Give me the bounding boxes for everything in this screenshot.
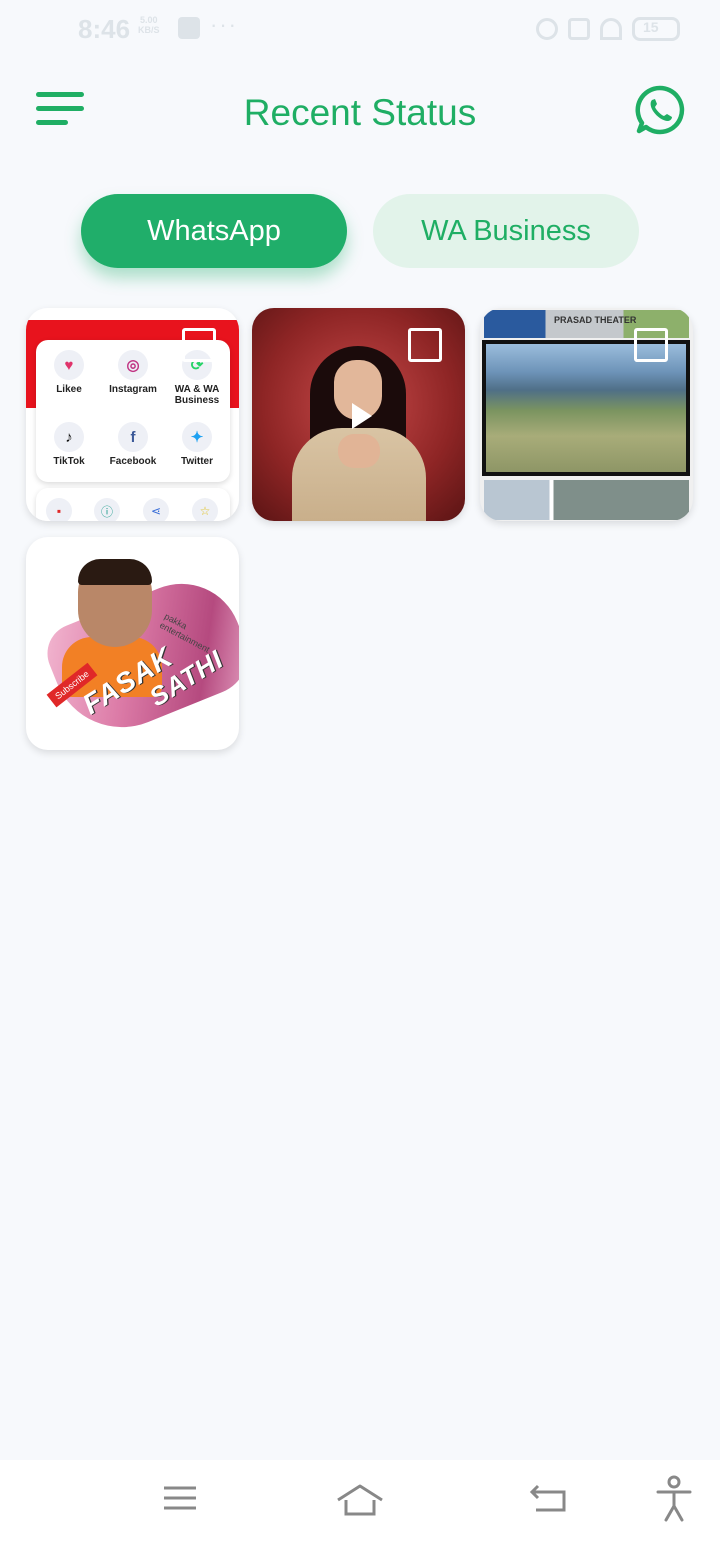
battery-icon: 15 — [632, 17, 680, 41]
star-icon: ☆ — [192, 498, 218, 521]
status-thumbnail[interactable]: PRASAD THEATER — [480, 308, 693, 521]
info-icon: ⓘ — [94, 498, 120, 521]
network-speed-value: 5.00 — [139, 15, 158, 25]
instagram-icon: ◎ — [118, 350, 148, 380]
select-checkbox[interactable] — [634, 328, 668, 362]
app-label: Instagram — [109, 384, 157, 395]
accessibility-icon — [656, 1475, 692, 1522]
share-app-twitter: ✦ Twitter — [164, 422, 230, 467]
share-app-facebook: f Facebook — [100, 422, 166, 467]
wifi-icon — [600, 18, 622, 40]
status-thumbnail[interactable]: pakka entertainment FASAK SATHI Subscrib… — [26, 537, 239, 750]
tab-wa-business[interactable]: WA Business — [373, 194, 639, 268]
facebook-icon: f — [118, 422, 148, 452]
share-app-tiktok: ♪ TikTok — [36, 422, 102, 467]
landscape-photo — [486, 344, 686, 472]
status-time: 8:46 — [78, 14, 131, 44]
theater-sign: PRASAD THEATER — [554, 315, 637, 325]
video-preview-hands — [338, 434, 380, 468]
status-thumbnail-video[interactable] — [252, 308, 465, 521]
status-bar: 8:46 5.00 KB/S ··· 15 — [0, 0, 720, 56]
gallery-icon: ▪ — [46, 498, 72, 521]
share-app-likee: ♥ Likee — [36, 350, 102, 395]
home-button[interactable] — [334, 1480, 386, 1525]
alarm-icon — [536, 18, 558, 40]
app-label: Facebook — [109, 456, 157, 467]
network-speed: 5.00 KB/S — [138, 15, 160, 35]
accessibility-button[interactable] — [654, 1474, 694, 1529]
select-checkbox[interactable] — [182, 328, 216, 362]
status-icons: 15 — [536, 15, 680, 43]
person-hair — [78, 559, 152, 585]
menu-icon — [164, 1486, 196, 1510]
select-checkbox[interactable] — [408, 328, 442, 362]
back-icon — [529, 1484, 566, 1512]
recent-apps-button[interactable] — [162, 1480, 198, 1521]
whatsapp-button[interactable] — [634, 84, 686, 136]
whatsapp-icon — [635, 85, 685, 135]
network-speed-unit: KB/S — [138, 25, 160, 35]
more-notifications-icon: ··· — [210, 12, 238, 37]
heart-icon: ♥ — [54, 350, 84, 380]
app-label: WA & WA Business — [174, 384, 220, 406]
share-icon: ⋖ — [143, 498, 169, 521]
app-label: Twitter — [180, 456, 214, 467]
app-label: TikTok — [53, 456, 85, 467]
tiktok-icon: ♪ — [54, 422, 84, 452]
select-checkbox[interactable] — [182, 557, 216, 573]
vibrate-icon — [568, 18, 590, 40]
home-icon — [337, 1484, 383, 1516]
system-navigation-bar — [0, 1460, 720, 1544]
play-icon[interactable] — [352, 403, 372, 429]
status-thumbnail[interactable]: ♥ Likee ◎ Instagram ⟳ WA & WA Business ♪… — [26, 308, 239, 521]
collage-bottom-strip — [484, 480, 689, 520]
tab-whatsapp[interactable]: WhatsApp — [81, 194, 347, 268]
battery-level: 15 — [643, 19, 659, 35]
app-notification-icon — [178, 17, 200, 39]
share-app-instagram: ◎ Instagram — [100, 350, 166, 395]
app-label: Likee — [56, 384, 82, 395]
twitter-icon: ✦ — [182, 422, 212, 452]
back-button[interactable] — [528, 1480, 570, 1521]
page-title: Recent Status — [243, 92, 477, 133]
